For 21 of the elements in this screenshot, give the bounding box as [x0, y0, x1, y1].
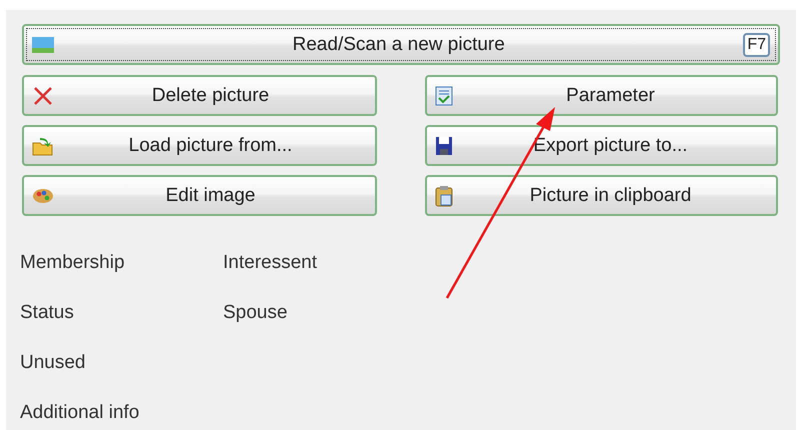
field-label: Status — [20, 302, 74, 323]
checklist-icon — [435, 86, 453, 106]
field-label: Interessent — [223, 252, 317, 273]
picture-icon — [32, 36, 54, 52]
palette-icon — [32, 186, 54, 204]
scan-button[interactable]: Read/Scan a new picture F7 — [22, 24, 780, 65]
field-label: Membership — [20, 252, 125, 273]
action-button[interactable]: Picture in clipboard — [425, 175, 778, 216]
folder-icon — [32, 136, 54, 156]
field-label: Additional info — [20, 402, 140, 423]
action-button[interactable]: Export picture to... — [425, 125, 778, 166]
field-label: Unused — [20, 352, 86, 373]
action-button[interactable]: Delete picture — [22, 75, 377, 116]
action-button[interactable]: Load picture from... — [22, 125, 377, 166]
clipboard-icon — [435, 184, 453, 206]
action-button[interactable]: Parameter — [425, 75, 778, 116]
shortcut-key: F7 — [743, 32, 770, 56]
action-button[interactable]: Edit image — [22, 175, 377, 216]
save-icon — [435, 136, 453, 156]
field-label: Spouse — [223, 302, 288, 323]
close-icon — [32, 86, 54, 106]
